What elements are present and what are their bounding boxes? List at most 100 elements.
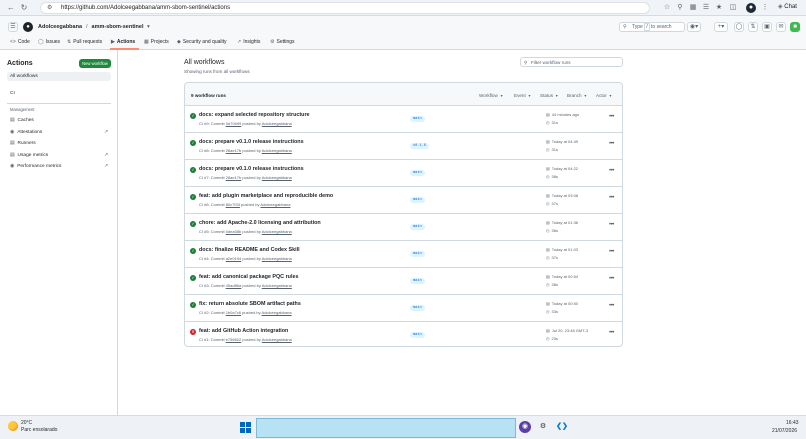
kebab-menu-icon[interactable]: ••• [609, 195, 614, 201]
actor-link[interactable]: Adolceegabbana [262, 148, 292, 153]
filter-workflow-dropdown[interactable]: Workflow ▼ [479, 93, 503, 98]
actor-link[interactable]: Adolceegabbana [262, 175, 292, 180]
kebab-menu-icon[interactable]: ••• [609, 222, 614, 228]
run-title[interactable]: fix: return absolute SBOM artifact paths [199, 301, 301, 307]
sidebar-item-all-workflows[interactable]: All workflows [7, 72, 111, 81]
search-input[interactable]: ⚲ Type / to search [619, 22, 685, 32]
run-title[interactable]: chore: add Apache-2.0 licensing and attr… [199, 220, 321, 226]
tab-actions[interactable]: ▶ Actions [111, 39, 135, 45]
chat-button[interactable]: ◈ Chat [778, 3, 797, 10]
filter-event-dropdown[interactable]: Event ▼ [514, 93, 531, 98]
address-bar[interactable]: ⚙ https://github.com/Adolceegabbana/amm-… [40, 2, 650, 14]
weather-sun-icon[interactable] [8, 421, 18, 431]
filter-status-dropdown[interactable]: Status ▼ [540, 93, 559, 98]
repo-dropdown-icon[interactable]: ▾ [147, 24, 150, 30]
workflow-run-row[interactable]: ✓ feat: add canonical package PQC rules CI… [185, 268, 622, 295]
kebab-menu-icon[interactable]: ••• [609, 276, 614, 282]
sidebar-item-usage-metrics[interactable]: ▤ Usage metrics ↗ [7, 151, 111, 160]
issues-icon[interactable]: ◯ [734, 22, 744, 32]
sidebar-item-ci[interactable]: CI [7, 89, 111, 98]
actor-link[interactable]: Adolceegabbana [262, 256, 292, 261]
bookmark-icon[interactable]: ☆ [662, 3, 672, 13]
workflow-run-row[interactable]: ✕ feat: add GitHub Action integration CI #… [185, 322, 622, 349]
branch-badge[interactable]: v0.1.0 [410, 143, 429, 149]
actor-link[interactable]: Adolceegabbana [260, 202, 290, 207]
site-info-icon[interactable]: ⚙ [47, 4, 52, 11]
commit-link[interactable]: 28ae17b [226, 148, 242, 153]
actor-link[interactable]: Adolceegabbana [262, 229, 292, 234]
app-icon-circle[interactable]: ⚙ [537, 421, 549, 433]
tab-code[interactable]: <> Code [10, 39, 30, 45]
branch-badge[interactable]: main [410, 251, 425, 257]
owner-link[interactable]: Adolceegabbana [38, 24, 82, 30]
actor-link[interactable]: Adolceegabbana [262, 121, 292, 126]
split-view-icon[interactable]: ◫ [728, 3, 738, 13]
filter-actor-dropdown[interactable]: Actor ▼ [596, 93, 612, 98]
workflow-run-row[interactable]: ✓ chore: add Apache-2.0 licensing and att… [185, 214, 622, 241]
run-title[interactable]: docs: finalize README and Codex Skill [199, 247, 300, 253]
clock-date[interactable]: 21/07/2026 [772, 428, 797, 434]
menu-icon[interactable]: ⋮ [760, 3, 770, 13]
commit-link[interactable]: e756602 [226, 337, 242, 342]
repo-link[interactable]: amm-sbom-sentinel [92, 24, 144, 30]
workflow-run-row[interactable]: ✓ docs: prepare v0.1.0 release instructio… [185, 160, 622, 187]
reload-icon[interactable]: ↻ [19, 3, 29, 13]
branch-badge[interactable]: main [410, 332, 425, 338]
extension-icon[interactable]: ▦ [688, 3, 698, 13]
create-new-icon[interactable]: +▾ [714, 22, 728, 32]
commit-link[interactable]: 80c7f33 [226, 202, 240, 207]
branch-badge[interactable]: main [410, 278, 425, 284]
branch-badge[interactable]: main [410, 170, 425, 176]
commit-link[interactable]: 1b0a7c6 [226, 310, 241, 315]
branch-badge[interactable]: main [410, 116, 425, 122]
zoom-icon[interactable]: ⚲ [675, 3, 685, 13]
profile-avatar[interactable]: ● [746, 3, 756, 13]
kebab-menu-icon[interactable]: ••• [609, 141, 614, 147]
repositories-icon[interactable]: ▣ [762, 22, 772, 32]
sidebar-item-attestations[interactable]: ◉ Attestations ↗ [7, 128, 111, 137]
run-title[interactable]: docs: expand selected repository structu… [199, 112, 310, 118]
user-avatar[interactable]: ■ [790, 22, 800, 32]
workflow-run-row[interactable]: ✓ docs: expand selected repository struct… [185, 106, 622, 133]
app-icon-purple[interactable]: ◉ [519, 421, 531, 433]
tab-settings[interactable]: ⚙ Settings [270, 39, 295, 45]
actor-link[interactable]: Adolceegabbana [262, 283, 292, 288]
run-title[interactable]: feat: add plugin marketplace and reprodu… [199, 193, 333, 199]
back-icon[interactable]: ← [6, 3, 16, 13]
weather-temperature[interactable]: 20°C [21, 420, 32, 426]
tab-pull-requests[interactable]: ⇅ Pull requests [67, 39, 102, 45]
tab-projects[interactable]: ▦ Projects [144, 39, 169, 45]
workflow-run-row[interactable]: ✓ docs: prepare v0.1.0 release instructio… [185, 133, 622, 160]
inbox-icon[interactable]: ✉ [776, 22, 786, 32]
taskbar-search[interactable] [256, 418, 516, 438]
translate-icon[interactable]: ☰ [701, 3, 711, 13]
actor-link[interactable]: Adolceegabbana [262, 310, 292, 315]
vscode-icon[interactable]: ❮❯ [556, 421, 568, 433]
branch-badge[interactable]: main [410, 224, 425, 230]
commit-link[interactable]: 45ad86a [226, 283, 242, 288]
commit-link[interactable]: 0d70b99 [226, 121, 242, 126]
kebab-menu-icon[interactable]: ••• [609, 168, 614, 174]
sidebar-item-runners[interactable]: ▤ Runners [7, 139, 111, 148]
kebab-menu-icon[interactable]: ••• [609, 303, 614, 309]
commit-link[interactable]: 0dea08b [226, 229, 242, 234]
tab-issues[interactable]: ◯ Issues [38, 39, 60, 45]
commit-link[interactable]: a2e0194 [226, 256, 242, 261]
tab-security[interactable]: ◆ Security and quality [177, 39, 227, 45]
actor-link[interactable]: Adolceegabbana [262, 337, 292, 342]
kebab-menu-icon[interactable]: ••• [609, 114, 614, 120]
filter-workflow-runs-input[interactable]: ⚲ Filter workflow runs [520, 57, 623, 67]
sidebar-item-performance-metrics[interactable]: ◉ Performance metrics ↗ [7, 162, 111, 171]
hamburger-menu-icon[interactable]: ☰ [8, 22, 18, 32]
sidebar-item-caches[interactable]: ▤ Caches [7, 116, 111, 125]
copilot-icon[interactable]: ◉▾ [687, 22, 701, 32]
run-title[interactable]: docs: prepare v0.1.0 release instruction… [199, 139, 304, 145]
kebab-menu-icon[interactable]: ••• [609, 330, 614, 336]
branch-badge[interactable]: main [410, 305, 425, 311]
weather-description[interactable]: Parc ensolarado [21, 427, 57, 433]
workflow-run-row[interactable]: ✓ feat: add plugin marketplace and reprod… [185, 187, 622, 214]
run-title[interactable]: feat: add GitHub Action integration [199, 328, 288, 334]
branch-badge[interactable]: main [410, 197, 425, 203]
run-title[interactable]: feat: add canonical package PQC rules [199, 274, 298, 280]
run-title[interactable]: docs: prepare v0.1.0 release instruction… [199, 166, 304, 172]
